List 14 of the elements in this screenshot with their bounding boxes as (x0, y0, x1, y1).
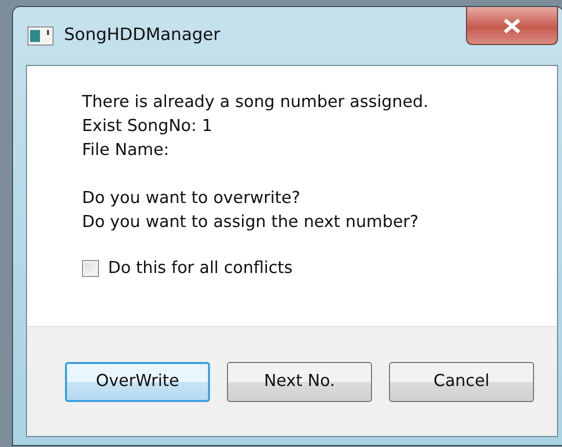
app-icon (27, 25, 54, 47)
question-text: Do you want to overwrite? (82, 187, 300, 209)
close-button[interactable] (466, 7, 558, 45)
message-text: File Name: (82, 139, 170, 161)
message-text: There is already a song number assigned. (82, 91, 428, 113)
close-icon (502, 18, 522, 34)
dialog-button[interactable]: OverWrite (65, 362, 210, 402)
question-text: Do you want to assign the next number? (82, 211, 419, 233)
checkbox[interactable] (82, 260, 99, 276)
window-title: SongHDDManager (64, 24, 220, 48)
message-text: Exist SongNo: 1 (82, 115, 212, 137)
checkbox-label[interactable]: Do this for all conflicts (108, 256, 293, 280)
dialog-button[interactable]: Next No. (227, 362, 372, 402)
dialog-button[interactable]: Cancel (389, 362, 534, 402)
